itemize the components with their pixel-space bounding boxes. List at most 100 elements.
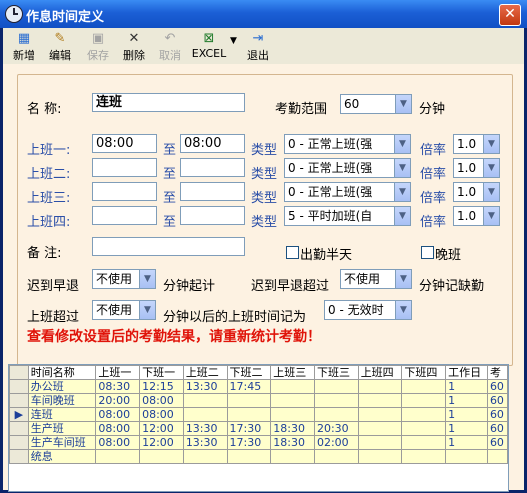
column-header[interactable]: 上班三: [270, 365, 315, 380]
chevron-down-icon[interactable]: ▼: [394, 159, 410, 177]
shift4-end-field[interactable]: [180, 206, 245, 225]
table-row[interactable]: 车间晚班 20:00 08:00 1 60: [9, 393, 508, 408]
shift1-end-field[interactable]: 08:00: [180, 134, 245, 153]
shift2-start-field[interactable]: [92, 158, 157, 177]
close-button[interactable]: ✕: [499, 4, 521, 26]
column-header[interactable]: 上班四: [357, 365, 403, 380]
table-cell[interactable]: 08:00: [139, 393, 184, 408]
table-cell[interactable]: 08:00: [95, 421, 141, 436]
shift4-type-select[interactable]: 5 - 平时加班(自 ▼: [284, 206, 411, 226]
table-cell[interactable]: [182, 449, 228, 464]
column-header[interactable]: 下班二: [226, 365, 272, 380]
chevron-down-icon[interactable]: ▼: [139, 301, 155, 319]
late-over-select[interactable]: 不使用 ▼: [340, 269, 412, 289]
table-cell[interactable]: [357, 407, 403, 422]
table-cell[interactable]: [357, 435, 403, 450]
shift1-type-select[interactable]: 0 - 正常上班(强 ▼: [284, 134, 411, 154]
table-cell[interactable]: 60: [486, 407, 508, 422]
table-cell[interactable]: 生产车间班: [27, 435, 97, 450]
table-cell[interactable]: 02:00: [313, 435, 359, 450]
table-cell[interactable]: [226, 393, 272, 408]
table-cell[interactable]: 1: [445, 435, 488, 450]
shift2-rate-select[interactable]: 1.0 ▼: [453, 158, 500, 178]
chevron-down-icon[interactable]: ▼: [395, 95, 411, 113]
table-cell[interactable]: 08:00: [139, 407, 184, 422]
row-indicator[interactable]: [9, 435, 29, 450]
row-indicator[interactable]: [9, 379, 29, 394]
table-cell[interactable]: [357, 379, 403, 394]
table-cell[interactable]: 18:30: [270, 435, 315, 450]
table-cell[interactable]: [357, 449, 403, 464]
table-cell[interactable]: 17:45: [226, 379, 272, 394]
shift3-end-field[interactable]: [180, 182, 245, 201]
column-header[interactable]: 下班四: [401, 365, 447, 380]
table-cell[interactable]: [357, 421, 403, 436]
excel-dropdown-arrow[interactable]: ▼: [230, 36, 237, 46]
table-cell[interactable]: [313, 407, 359, 422]
table-cell[interactable]: [182, 393, 228, 408]
row-indicator[interactable]: [9, 421, 29, 436]
table-cell[interactable]: 60: [486, 379, 508, 394]
table-cell[interactable]: 12:00: [139, 421, 184, 436]
chevron-down-icon[interactable]: ▼: [139, 270, 155, 288]
column-header[interactable]: 考: [486, 365, 508, 380]
save-button[interactable]: ▣ 保存: [81, 30, 115, 62]
excel-button[interactable]: ⊠ EXCEL: [189, 30, 229, 62]
table-cell[interactable]: 13:30: [182, 379, 228, 394]
edit-button[interactable]: ✎ 编辑: [43, 30, 77, 62]
column-header[interactable]: 下班三: [313, 365, 359, 380]
exit-button[interactable]: ⇥ 退出: [241, 30, 275, 62]
table-cell[interactable]: 17:30: [226, 421, 272, 436]
remark-field[interactable]: [92, 237, 245, 256]
table-cell[interactable]: 12:00: [139, 435, 184, 450]
column-header[interactable]: 工作日: [445, 365, 488, 380]
shift4-rate-select[interactable]: 1.0 ▼: [453, 206, 500, 226]
table-cell[interactable]: 13:30: [182, 435, 228, 450]
chevron-down-icon[interactable]: ▼: [394, 207, 410, 225]
table-cell[interactable]: 08:30: [95, 379, 141, 394]
row-indicator[interactable]: [9, 449, 29, 464]
chevron-down-icon[interactable]: ▼: [483, 135, 499, 153]
over-type-select[interactable]: 0 - 无效时 ▼: [324, 300, 412, 320]
table-cell[interactable]: 1: [445, 379, 488, 394]
table-cell[interactable]: [270, 407, 315, 422]
table-cell[interactable]: [445, 449, 488, 464]
table-cell[interactable]: 08:00: [95, 407, 141, 422]
chevron-down-icon[interactable]: ▼: [483, 159, 499, 177]
table-cell[interactable]: [401, 379, 447, 394]
table-cell[interactable]: 60: [486, 421, 508, 436]
table-cell[interactable]: 17:30: [226, 435, 272, 450]
shift-table[interactable]: 时间名称 上班一 下班一 上班二 下班二 上班三 下班三 上班四 下班四 工作日…: [8, 364, 509, 492]
table-cell[interactable]: 1: [445, 407, 488, 422]
half-day-checkbox[interactable]: [286, 246, 299, 259]
shift3-rate-select[interactable]: 1.0 ▼: [453, 182, 500, 202]
chevron-down-icon[interactable]: ▼: [483, 207, 499, 225]
current-row-indicator[interactable]: ▶: [9, 407, 29, 422]
table-cell[interactable]: [401, 393, 447, 408]
table-cell[interactable]: 统息: [27, 449, 97, 464]
table-cell[interactable]: 1: [445, 421, 488, 436]
table-cell[interactable]: [270, 449, 315, 464]
over-select[interactable]: 不使用 ▼: [92, 300, 156, 320]
column-header[interactable]: 上班二: [182, 365, 228, 380]
table-cell[interactable]: [357, 393, 403, 408]
table-cell[interactable]: [95, 449, 141, 464]
table-cell[interactable]: 1: [445, 393, 488, 408]
shift3-start-field[interactable]: [92, 182, 157, 201]
column-header[interactable]: 下班一: [139, 365, 184, 380]
row-indicator[interactable]: [9, 393, 29, 408]
cancel-button[interactable]: ↶ 取消: [153, 30, 187, 62]
shift3-type-select[interactable]: 0 - 正常上班(强 ▼: [284, 182, 411, 202]
delete-button[interactable]: ✕ 删除: [117, 30, 151, 62]
table-cell[interactable]: 60: [486, 435, 508, 450]
shift2-type-select[interactable]: 0 - 正常上班(强 ▼: [284, 158, 411, 178]
table-row[interactable]: 生产班 08:00 12:00 13:30 17:30 18:30 20:30 1 60: [9, 421, 508, 436]
table-cell[interactable]: [401, 421, 447, 436]
shift2-end-field[interactable]: [180, 158, 245, 177]
night-shift-checkbox[interactable]: [421, 246, 434, 259]
table-cell[interactable]: 连班: [27, 407, 97, 422]
table-row[interactable]: ▶ 连班 08:00 08:00 1 60: [9, 407, 508, 422]
chevron-down-icon[interactable]: ▼: [394, 183, 410, 201]
shift1-rate-select[interactable]: 1.0 ▼: [453, 134, 500, 154]
name-field[interactable]: 连班: [92, 93, 245, 112]
